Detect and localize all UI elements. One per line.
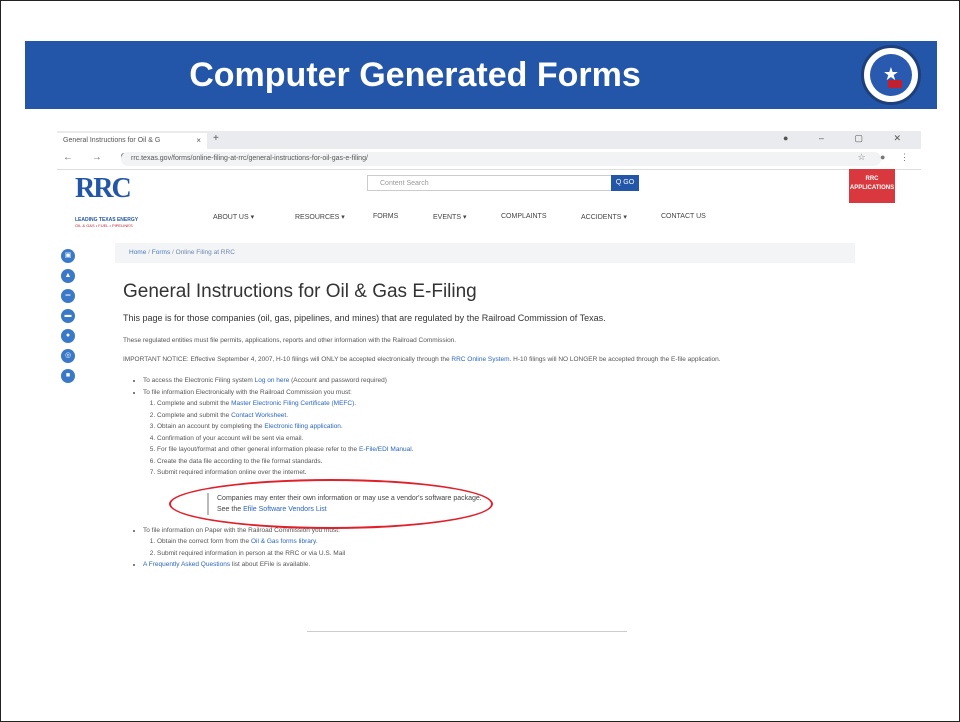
menu-events[interactable]: EVENTS ▾ [433, 213, 466, 221]
footer-divider [307, 631, 627, 632]
pipeline-icon[interactable]: ═ [61, 289, 75, 303]
main-content: General Instructions for Oil & Gas E-Fil… [123, 281, 903, 571]
new-tab-icon[interactable]: + [213, 133, 219, 144]
list-item: Create the data file according to the fi… [157, 456, 903, 468]
list-item: Submit required information in person at… [157, 548, 903, 560]
menu-forms[interactable]: FORMS [373, 213, 398, 220]
search-go-button[interactable]: Q GO [611, 175, 639, 191]
breadcrumb-home[interactable]: Home [129, 249, 146, 256]
list-item: Obtain an account by completing the Elec… [157, 421, 903, 433]
side-toolbar: ▣ ▲ ═ ▬ ● ◎ ■ [61, 249, 77, 389]
mefc-link[interactable]: Master Electronic Filing Certificate (ME… [231, 400, 354, 407]
title-banner: Computer Generated Forms ★ [25, 41, 937, 109]
list-item: To file information Electronically with … [143, 387, 903, 529]
intro-text: These regulated entities must file permi… [123, 337, 457, 344]
slide: Computer Generated Forms ★ General Instr… [0, 0, 960, 722]
address-bar: ← → C ⌂ rrc.texas.gov/forms/online-filin… [57, 149, 921, 170]
highlight-ellipse [169, 478, 493, 529]
window-controls[interactable]: ● – ▢ ✕ [783, 133, 915, 144]
breadcrumb: Home / Forms / Online Filing at RRC [115, 243, 855, 263]
log-on-link[interactable]: Log on here [255, 377, 290, 384]
rig-icon[interactable]: ▲ [61, 269, 75, 283]
tab-close-icon[interactable]: × [196, 133, 201, 149]
vendor-callout: Companies may enter their own informatio… [169, 478, 903, 529]
list-item: For file layout/format and other general… [157, 444, 903, 456]
list-item: A Frequently Asked Questions list about … [143, 559, 903, 571]
list-item: Confirmation of your account will be sen… [157, 433, 903, 445]
browser-tab[interactable]: General Instructions for Oil & G × [57, 133, 207, 149]
drop-icon[interactable]: ● [61, 329, 75, 343]
tab-bar: General Instructions for Oil & G × + ● –… [57, 131, 921, 149]
breadcrumb-forms[interactable]: Forms [152, 249, 170, 256]
list-item: To file information on Paper with the Ra… [143, 525, 903, 560]
list-item: Obtain the correct form from the Oil & G… [157, 536, 903, 548]
browser-window: General Instructions for Oil & G × + ● –… [57, 131, 921, 651]
menu-accidents[interactable]: ACCIDENTS ▾ [581, 213, 627, 221]
list-item: To access the Electronic Filing system L… [143, 375, 903, 387]
railroad-commission-seal-icon: ★ [861, 45, 921, 105]
electronic-steps: Complete and submit the Master Electroni… [143, 398, 903, 479]
logo-text: RRC [75, 173, 132, 204]
calendar-icon[interactable]: ▣ [61, 249, 75, 263]
slide-title: Computer Generated Forms [189, 56, 641, 94]
paper-steps: Obtain the correct form from the Oil & G… [143, 536, 903, 559]
url-field[interactable]: rrc.texas.gov/forms/online-filing-at-rrc… [121, 152, 881, 166]
lead-text: This page is for those companies (oil, g… [123, 313, 606, 323]
contact-worksheet-link[interactable]: Contact Worksheet [231, 412, 286, 419]
efile-manual-link[interactable]: E-File/EDI Manual [359, 446, 412, 453]
list-item: Complete and submit the Contact Workshee… [157, 410, 903, 422]
truck-icon[interactable]: ▬ [61, 309, 75, 323]
rrc-logo[interactable]: RRC [75, 173, 139, 213]
list-item: Submit required information online over … [157, 467, 903, 479]
efiling-application-link[interactable]: Electronic filing application [264, 423, 341, 430]
breadcrumb-current[interactable]: Online Filing at RRC [176, 249, 235, 256]
mine-icon[interactable]: ■ [61, 369, 75, 383]
rrc-online-system-link[interactable]: RRC Online System [451, 356, 509, 363]
list-item: Complete and submit the Master Electroni… [157, 398, 903, 410]
tab-title: General Instructions for Oil & G [63, 137, 161, 144]
important-notice: IMPORTANT NOTICE: Effective September 4,… [123, 356, 721, 363]
search-input[interactable]: Content Search [367, 175, 615, 191]
forms-library-link[interactable]: Oil & Gas forms library [251, 538, 316, 545]
globe-icon[interactable]: ◎ [61, 349, 75, 363]
page-title: General Instructions for Oil & Gas E-Fil… [123, 281, 477, 302]
main-menu: ABOUT US ▾ RESOURCES ▾ FORMS EVENTS ▾ CO… [57, 213, 921, 227]
rrc-applications-button[interactable]: RRC APPLICATIONS [849, 169, 895, 203]
browser-toolbar-icons[interactable]: ☆ ● ⋮ [857, 152, 915, 163]
menu-complaints[interactable]: COMPLAINTS [501, 213, 547, 220]
site-header: RRC LEADING TEXAS ENERGY OIL & GAS • FUE… [57, 169, 921, 229]
menu-contact-us[interactable]: CONTACT US [661, 213, 706, 220]
instructions-list: To access the Electronic Filing system L… [123, 375, 903, 571]
menu-about-us[interactable]: ABOUT US ▾ [213, 213, 254, 221]
faq-link[interactable]: A Frequently Asked Questions [143, 561, 230, 568]
menu-resources[interactable]: RESOURCES ▾ [295, 213, 345, 221]
